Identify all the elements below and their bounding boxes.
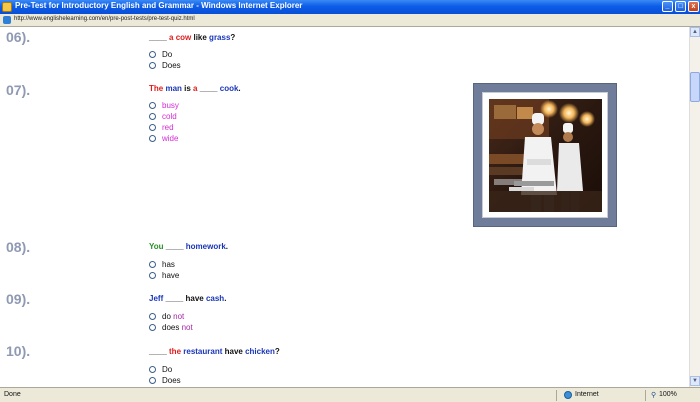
radio-button[interactable] [149, 377, 156, 384]
question-text: You ____ homework. [149, 242, 228, 251]
punctuation: . [238, 84, 241, 93]
word: like [191, 33, 207, 42]
minimize-button[interactable]: _ [662, 1, 673, 12]
close-button[interactable]: x [688, 1, 699, 12]
status-bar: Done Internet ⚲ 100% [0, 387, 700, 402]
option-word: busy [162, 101, 179, 110]
question-number: 10). [6, 343, 31, 359]
option-label: does not [162, 323, 193, 332]
option-label: Does [162, 376, 181, 385]
question-text: The man is a ____ cook. [149, 84, 241, 93]
blank: ____ [149, 347, 167, 356]
option-word: wide [162, 134, 179, 143]
option-word: Does [162, 61, 181, 70]
globe-icon [564, 391, 572, 399]
word: restaurant [181, 347, 223, 356]
vertical-scrollbar[interactable]: ▲ ▼ [689, 27, 700, 387]
maximize-button[interactable]: □ [675, 1, 686, 12]
radio-button[interactable] [149, 261, 156, 268]
word: cook [217, 84, 239, 93]
address-url[interactable]: http://www.englishelearning.com/en/pre-p… [14, 16, 195, 22]
word: The [149, 84, 164, 93]
radio-button[interactable] [149, 102, 156, 109]
radio-button[interactable] [149, 313, 156, 320]
punctuation: . [225, 242, 229, 251]
punctuation: . [224, 294, 227, 303]
photo-mat [482, 92, 608, 218]
question-number: 08). [6, 239, 31, 255]
scroll-thumb[interactable] [690, 72, 700, 102]
browser-window: Pre-Test for Introductory English and Gr… [0, 0, 700, 402]
question-text: ____ a cow like grass? [149, 33, 235, 42]
photo-frame [473, 83, 617, 227]
option-word: Does [162, 376, 181, 385]
zoom-level[interactable]: 100% [659, 391, 677, 398]
page-icon [3, 16, 11, 24]
option-label: Do [162, 365, 172, 374]
question-text: Jeff ____ have cash. [149, 294, 226, 303]
security-zone: Internet [575, 391, 599, 398]
punctuation: ? [230, 33, 236, 42]
option-word: Do [162, 50, 173, 59]
blank: ____ [197, 84, 218, 93]
question-text: ____ the restaurant have chicken? [149, 347, 280, 356]
option-word: do [162, 312, 171, 321]
question-number: 07). [6, 82, 31, 98]
option-label: Do [162, 50, 172, 59]
chef-kitchen-photo [489, 99, 602, 212]
radio-button[interactable] [149, 62, 156, 69]
scroll-up-arrow-icon[interactable]: ▲ [690, 27, 700, 37]
word: Jeff [149, 294, 164, 303]
blank: ____ have [163, 294, 204, 303]
option-word: has [162, 260, 175, 269]
option-word: have [162, 271, 180, 280]
word: homework [183, 242, 226, 251]
status-divider [645, 390, 646, 401]
option-word: not [170, 312, 185, 321]
word: have [222, 347, 243, 356]
option-label: do not [162, 312, 184, 321]
ie-page-icon [2, 2, 12, 12]
word: a cow [166, 33, 192, 42]
magnifier-icon[interactable]: ⚲ [651, 391, 656, 399]
option-label: have [162, 271, 179, 280]
option-label: Does [162, 61, 181, 70]
option-word: Do [162, 365, 173, 374]
option-label: red [162, 123, 174, 132]
option-label: has [162, 260, 175, 269]
status-text: Done [4, 391, 21, 398]
word: the [166, 347, 182, 356]
word: grass [206, 33, 231, 42]
word: is [181, 84, 191, 93]
blank: ____ [149, 33, 167, 42]
radio-button[interactable] [149, 135, 156, 142]
option-word: not [179, 323, 193, 332]
word: cash [203, 294, 225, 303]
title-bar: Pre-Test for Introductory English and Gr… [0, 0, 700, 14]
option-label: busy [162, 101, 179, 110]
scroll-down-arrow-icon[interactable]: ▼ [690, 376, 700, 386]
radio-button[interactable] [149, 51, 156, 58]
radio-button[interactable] [149, 272, 156, 279]
option-label: cold [162, 112, 177, 121]
word: chicken [242, 347, 275, 356]
punctuation: ? [274, 347, 280, 356]
address-bar[interactable]: http://www.englishelearning.com/en/pre-p… [0, 14, 700, 27]
question-number: 09). [6, 291, 31, 307]
question-number: 06). [6, 29, 31, 45]
radio-button[interactable] [149, 366, 156, 373]
radio-button[interactable] [149, 324, 156, 331]
option-word: red [162, 123, 174, 132]
page-content: 06). ____ a cow like grass? Do Does 07).… [0, 27, 689, 387]
option-label: wide [162, 134, 178, 143]
option-word: cold [162, 112, 177, 121]
window-title: Pre-Test for Introductory English and Gr… [15, 1, 303, 10]
radio-button[interactable] [149, 113, 156, 120]
status-divider [556, 390, 557, 401]
blank: ____ [163, 242, 184, 251]
option-word: does [162, 323, 180, 332]
word: man [163, 84, 182, 93]
word: You [149, 242, 164, 251]
radio-button[interactable] [149, 124, 156, 131]
